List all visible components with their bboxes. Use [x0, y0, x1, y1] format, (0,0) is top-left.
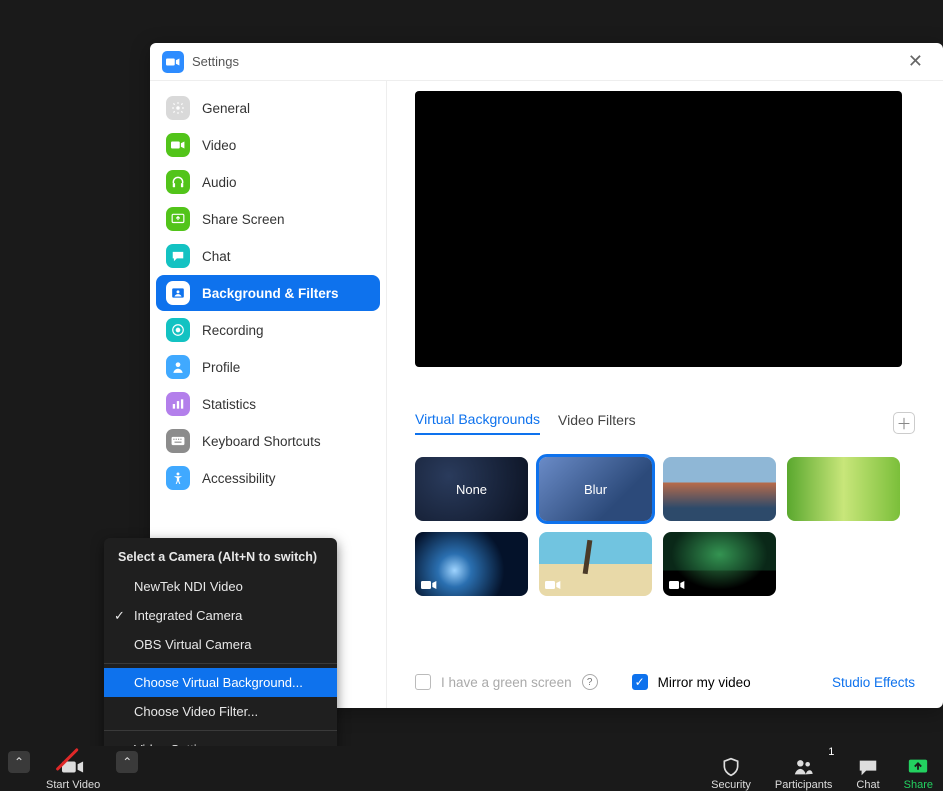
sidebar-item-label: Keyboard Shortcuts	[202, 434, 321, 449]
video-icon	[166, 133, 190, 157]
add-background-button[interactable]: ＋	[893, 412, 915, 434]
thumb-blur[interactable]: Blur	[539, 457, 652, 521]
camera-menu-header: Select a Camera (Alt+N to switch)	[104, 538, 337, 572]
camera-option-integrated[interactable]: ✓Integrated Camera	[104, 601, 337, 630]
menu-choose-video-filter[interactable]: Choose Video Filter...	[104, 697, 337, 726]
thumb-grass[interactable]	[787, 457, 900, 521]
gear-icon	[166, 96, 190, 120]
toolbar-label: Chat	[856, 779, 879, 791]
thumb-aurora[interactable]	[663, 532, 776, 596]
titlebar: Settings ✕	[150, 43, 943, 81]
check-icon: ✓	[114, 608, 125, 624]
video-menu-chevron-icon[interactable]: ⌃	[116, 751, 138, 773]
menu-separator	[104, 663, 337, 664]
sidebar-item-general[interactable]: General	[156, 90, 380, 126]
statistics-icon	[166, 392, 190, 416]
thumb-beach[interactable]	[539, 532, 652, 596]
sidebar-item-audio[interactable]: Audio	[156, 164, 380, 200]
sidebar-item-recording[interactable]: Recording	[156, 312, 380, 348]
meeting-toolbar: ⌃ Start Video ⌃ Security 1 Participants …	[0, 746, 943, 791]
shield-icon	[720, 757, 742, 777]
sidebar-item-label: Accessibility	[202, 471, 276, 486]
sidebar-item-video[interactable]: Video	[156, 127, 380, 163]
keyboard-icon	[166, 429, 190, 453]
sidebar-item-statistics[interactable]: Statistics	[156, 386, 380, 422]
window-title: Settings	[192, 54, 239, 69]
camera-option-obs[interactable]: OBS Virtual Camera	[104, 630, 337, 659]
chat-icon	[857, 757, 879, 777]
menu-separator	[104, 730, 337, 731]
video-icon	[421, 579, 437, 591]
share-button[interactable]: Share	[894, 746, 943, 791]
settings-content: Virtual Backgrounds Video Filters ＋ None…	[387, 81, 943, 708]
sidebar-item-accessibility[interactable]: Accessibility	[156, 460, 380, 496]
sidebar-item-label: Share Screen	[202, 212, 285, 227]
sidebar-item-profile[interactable]: Profile	[156, 349, 380, 385]
toolbar-right: Security 1 Participants Chat Share	[701, 746, 943, 791]
toolbar-label: Start Video	[46, 779, 100, 791]
sidebar-item-keyboard-shortcuts[interactable]: Keyboard Shortcuts	[156, 423, 380, 459]
green-screen-checkbox[interactable]	[415, 674, 431, 690]
sidebar-item-label: Video	[202, 138, 236, 153]
video-icon	[545, 579, 561, 591]
sidebar-item-label: Recording	[202, 323, 264, 338]
content-footer: I have a green screen ? Mirror my video …	[415, 654, 915, 690]
toolbar-label: Participants	[775, 779, 832, 791]
security-button[interactable]: Security	[701, 746, 761, 791]
toolbar-left: ⌃ Start Video ⌃	[0, 746, 148, 791]
chat-button[interactable]: Chat	[846, 746, 889, 791]
sidebar-item-label: Statistics	[202, 397, 256, 412]
zoom-app-icon	[162, 51, 184, 73]
thumb-bridge[interactable]	[663, 457, 776, 521]
tab-video-filters[interactable]: Video Filters	[558, 412, 636, 434]
share-screen-icon	[166, 207, 190, 231]
profile-icon	[166, 355, 190, 379]
participants-count-badge: 1	[828, 746, 834, 758]
background-filters-icon	[166, 281, 190, 305]
thumb-none[interactable]: None	[415, 457, 528, 521]
participants-button[interactable]: 1 Participants	[765, 746, 842, 791]
video-preview	[415, 91, 902, 367]
sidebar-item-label: General	[202, 101, 250, 116]
sidebar-item-label: Profile	[202, 360, 240, 375]
toolbar-label: Security	[711, 779, 751, 791]
toolbar-label: Share	[904, 779, 933, 791]
thumb-label: None	[415, 457, 528, 521]
mirror-video-checkbox[interactable]	[632, 674, 648, 690]
headphones-icon	[166, 170, 190, 194]
recording-icon	[166, 318, 190, 342]
sidebar-item-label: Chat	[202, 249, 231, 264]
chat-icon	[166, 244, 190, 268]
menu-choose-virtual-background[interactable]: Choose Virtual Background...	[104, 668, 337, 697]
sidebar-item-label: Background & Filters	[202, 286, 339, 301]
share-screen-icon	[907, 757, 929, 777]
accessibility-icon	[166, 466, 190, 490]
camera-option-newtek[interactable]: NewTek NDI Video	[104, 572, 337, 601]
thumb-earth[interactable]	[415, 532, 528, 596]
content-tabs: Virtual Backgrounds Video Filters ＋	[415, 411, 915, 435]
background-thumbnails: None Blur	[415, 457, 915, 596]
video-icon	[669, 579, 685, 591]
audio-menu-chevron-icon[interactable]: ⌃	[8, 751, 30, 773]
sidebar-item-share-screen[interactable]: Share Screen	[156, 201, 380, 237]
thumb-label: Blur	[539, 457, 652, 521]
tab-virtual-backgrounds[interactable]: Virtual Backgrounds	[415, 411, 540, 435]
help-icon[interactable]: ?	[582, 674, 598, 690]
sidebar-item-label: Audio	[202, 175, 237, 190]
start-video-button[interactable]: Start Video	[36, 746, 110, 791]
sidebar-item-background-filters[interactable]: Background & Filters	[156, 275, 380, 311]
camera-select-menu: Select a Camera (Alt+N to switch) NewTek…	[104, 538, 337, 770]
mirror-video-label: Mirror my video	[658, 675, 751, 690]
sidebar-item-chat[interactable]: Chat	[156, 238, 380, 274]
green-screen-label: I have a green screen	[441, 675, 572, 690]
close-icon[interactable]: ✕	[900, 47, 931, 76]
participants-icon	[793, 757, 815, 777]
studio-effects-link[interactable]: Studio Effects	[832, 675, 915, 690]
